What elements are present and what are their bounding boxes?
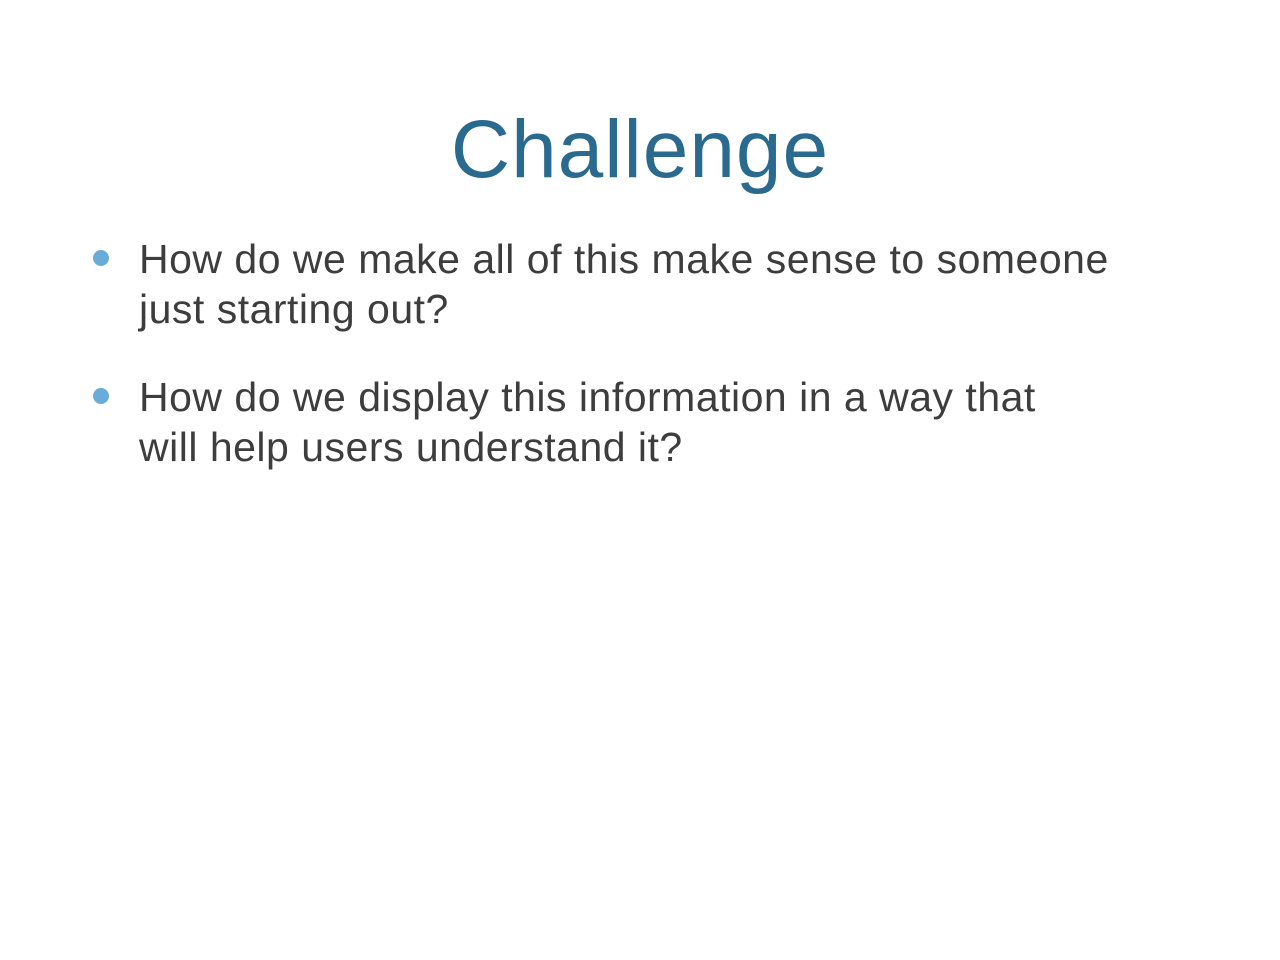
bullet-item: How do we make all of this make sense to… (90, 234, 1230, 334)
bullet-list: How do we make all of this make sense to… (90, 234, 1230, 510)
bullet-dot-icon (93, 388, 109, 404)
bullet-text: How do we make all of this make sense to… (139, 236, 1109, 332)
bullet-text: How do we display this information in a … (139, 374, 1036, 470)
slide-title: Challenge (450, 104, 830, 195)
slide: Challenge How do we make all of this mak… (0, 0, 1280, 960)
bullet-item: How do we display this information in a … (90, 372, 1230, 472)
bullet-dot-icon (93, 250, 109, 266)
